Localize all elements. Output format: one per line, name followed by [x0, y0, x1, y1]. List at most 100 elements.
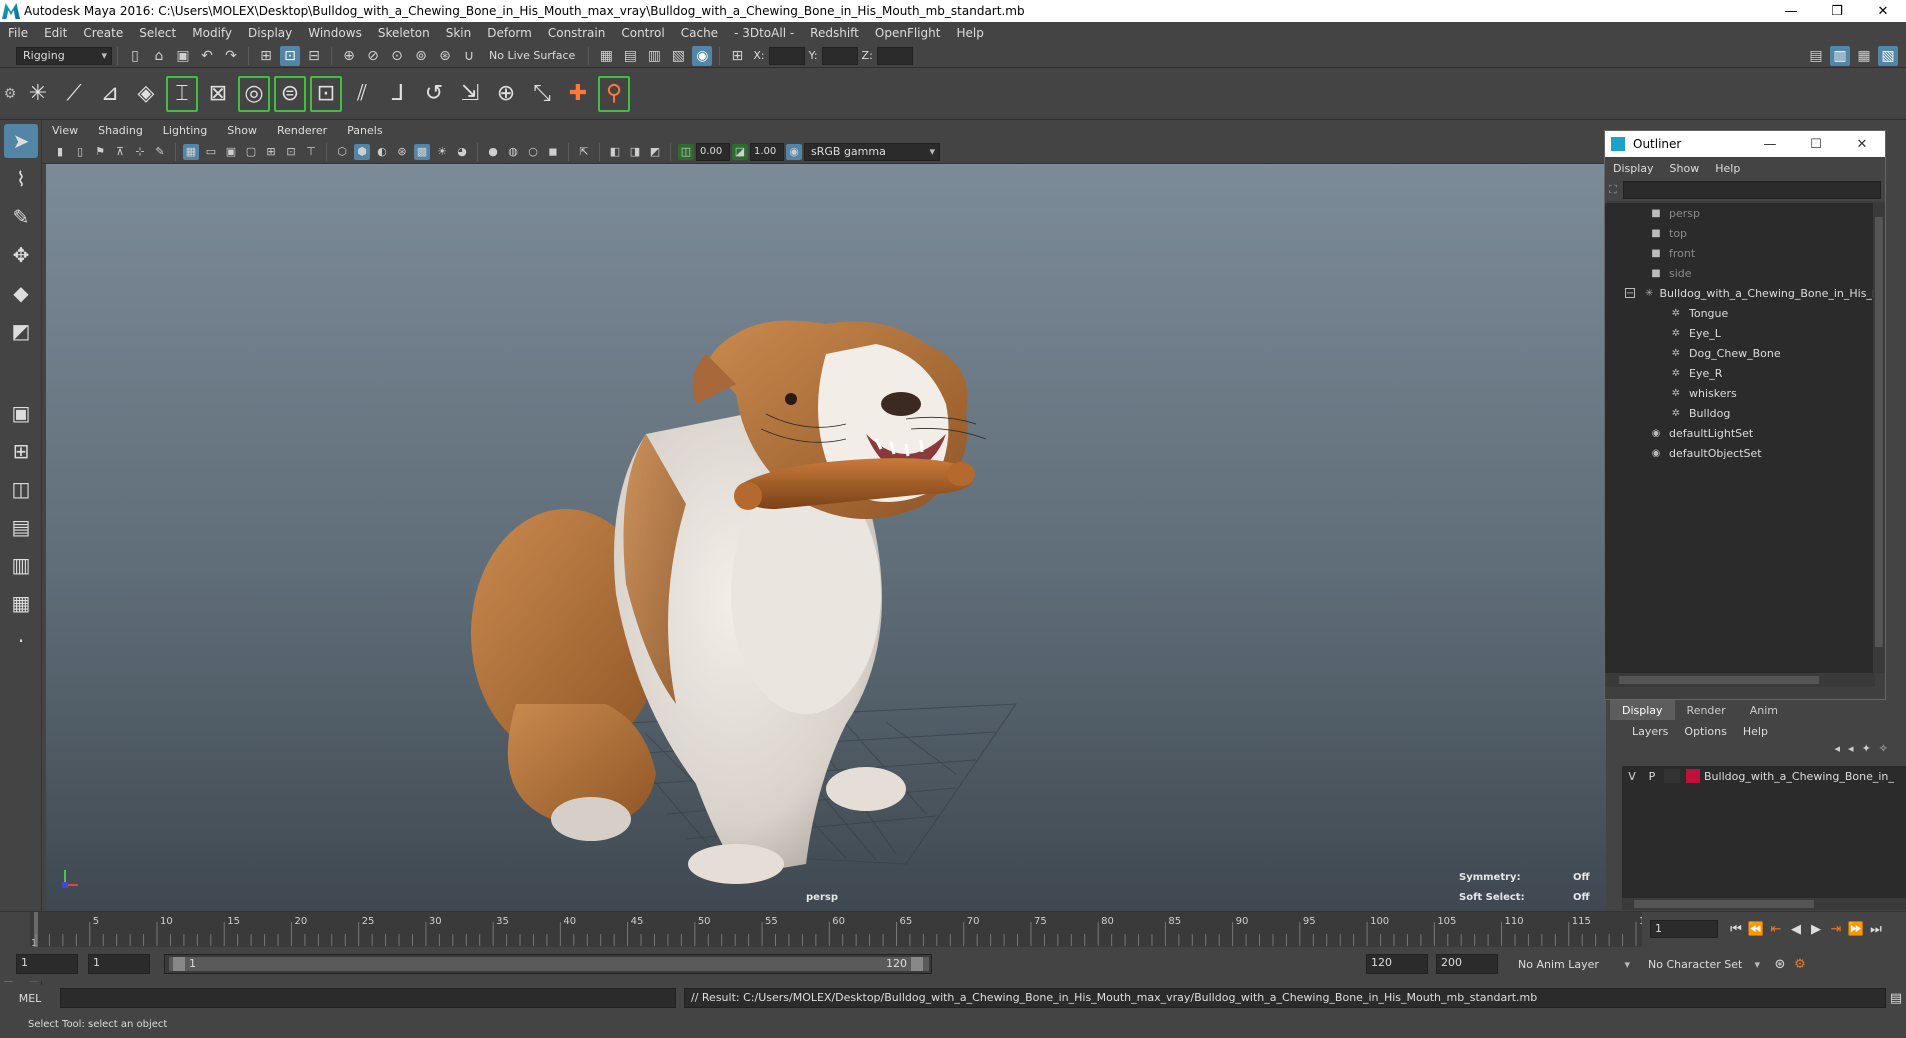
image-plane-icon[interactable]: ⊼: [112, 144, 128, 160]
tool-settings-icon[interactable]: ▦: [1854, 46, 1874, 66]
anim-layer-dropdown[interactable]: No Anim Layer: [1512, 955, 1634, 973]
select-object-icon[interactable]: ⊡: [280, 45, 300, 66]
range-end-handle[interactable]: [911, 957, 923, 971]
aim-constraint-icon[interactable]: ⅃: [382, 76, 414, 112]
bookmark-icon[interactable]: ⚑: [92, 144, 108, 160]
outliner-menu-help[interactable]: Help: [1707, 162, 1748, 175]
insert-joint-icon[interactable]: ◈: [130, 76, 162, 112]
rotate-tool-icon[interactable]: ◆: [4, 276, 38, 310]
script-editor-icon[interactable]: ▤: [1886, 988, 1906, 1008]
outliner-item[interactable]: ✲ Eye_L: [1605, 323, 1875, 343]
xray-joints-icon[interactable]: ◨: [627, 144, 643, 160]
outliner-item[interactable]: ■ top: [1605, 223, 1875, 243]
layer-color-swatch[interactable]: [1686, 769, 1700, 783]
panel-menu-show[interactable]: Show: [217, 124, 267, 137]
select-component-icon[interactable]: ⊟: [304, 46, 324, 66]
outliner-menu-display[interactable]: Display: [1605, 162, 1662, 175]
go-to-end-icon[interactable]: ⏭: [1866, 919, 1886, 939]
depth-of-field-icon[interactable]: ◼: [545, 144, 561, 160]
gamma-field[interactable]: 1.00: [750, 142, 784, 161]
render-settings-icon[interactable]: ▧: [668, 46, 688, 66]
render-view-icon[interactable]: ▦: [596, 46, 616, 66]
orient-constraint-icon[interactable]: ↺: [418, 76, 450, 112]
auto-key-icon[interactable]: ⊛: [1770, 954, 1790, 974]
y-field[interactable]: [821, 46, 858, 65]
collapse-icon[interactable]: −: [1625, 288, 1635, 299]
menu-select[interactable]: Select: [131, 26, 184, 40]
close-button[interactable]: ✕: [1860, 4, 1906, 19]
select-tool-icon[interactable]: ➤: [4, 124, 38, 158]
modeling-toolkit-icon[interactable]: ▤: [1806, 46, 1826, 66]
restore-button[interactable]: ❐: [1814, 4, 1860, 19]
menu-cache[interactable]: Cache: [673, 26, 726, 40]
scale-tool-icon[interactable]: ◩: [4, 314, 38, 348]
shadows-icon[interactable]: ◕: [454, 144, 470, 160]
move-tool-icon[interactable]: ✥: [4, 238, 38, 272]
two-pane-icon[interactable]: ◫: [4, 472, 38, 506]
sculpt-icon[interactable]: ⊡: [310, 75, 342, 112]
menu-modify[interactable]: Modify: [184, 26, 240, 40]
time-slider[interactable]: 1510152025303540455055606570758085909510…: [0, 911, 1906, 949]
character-set-dropdown[interactable]: No Character Set: [1642, 955, 1764, 973]
view-transform-dropdown[interactable]: sRGB gamma: [804, 142, 940, 161]
wireframe-icon[interactable]: ⬡: [334, 144, 350, 160]
menu-windows[interactable]: Windows: [300, 26, 370, 40]
animation-start-field[interactable]: 1: [16, 954, 78, 974]
textured-icon[interactable]: ▩: [414, 143, 430, 160]
step-back-key-icon[interactable]: ⇤: [1766, 919, 1786, 939]
command-input[interactable]: [60, 988, 676, 1008]
menu-openflight[interactable]: OpenFlight: [867, 26, 949, 40]
new-layer-icon[interactable]: ✦: [1862, 742, 1871, 755]
outliner-item[interactable]: ✲ whiskers: [1605, 383, 1875, 403]
move-layer-up-icon[interactable]: ◂: [1835, 742, 1841, 755]
film-gate-icon[interactable]: ▭: [203, 144, 219, 160]
snap-surface-icon[interactable]: ⊛: [435, 46, 455, 66]
x-field[interactable]: [768, 46, 805, 65]
menu-constrain[interactable]: Constrain: [540, 26, 614, 40]
snap-grid-icon[interactable]: ⊕: [339, 46, 359, 66]
outliner-item[interactable]: ■ front: [1605, 243, 1875, 263]
magnet-icon[interactable]: ∪: [459, 46, 479, 66]
lattice-icon[interactable]: ◎: [238, 75, 270, 112]
exposure-icon[interactable]: ◫: [678, 143, 694, 160]
layer-row[interactable]: V P Bulldog_with_a_Chewing_Bone_in_: [1622, 766, 1906, 786]
grease-pencil-icon[interactable]: ✎: [152, 144, 168, 160]
outliner-hscrollbar[interactable]: [1605, 673, 1875, 687]
safe-title-icon[interactable]: ⊤: [303, 144, 319, 160]
menu-control[interactable]: Control: [613, 26, 672, 40]
outliner-search-input[interactable]: [1622, 181, 1881, 199]
panel-menu-shading[interactable]: Shading: [88, 124, 153, 137]
panel-menu-lighting[interactable]: Lighting: [153, 124, 217, 137]
menu-file[interactable]: File: [0, 26, 36, 40]
grid-icon[interactable]: ▦: [183, 143, 199, 160]
point-constraint-icon[interactable]: ⫽: [346, 76, 378, 112]
outliner-close-button[interactable]: ✕: [1839, 137, 1885, 152]
layer-menu-help[interactable]: Help: [1735, 725, 1776, 738]
screen-space-ao-icon[interactable]: ●: [485, 144, 501, 160]
safe-action-icon[interactable]: ⊡: [283, 144, 299, 160]
gate-mask-icon[interactable]: ▢: [243, 144, 259, 160]
layer-hscrollbar[interactable]: [1622, 898, 1906, 910]
outliner-item[interactable]: ✲ Tongue: [1605, 303, 1875, 323]
ik-handle-icon[interactable]: ⟋: [58, 76, 90, 112]
tab-display[interactable]: Display: [1610, 700, 1675, 720]
tab-render[interactable]: Render: [1675, 700, 1738, 720]
more-layouts-icon[interactable]: ·: [4, 624, 38, 658]
step-back-frame-icon[interactable]: ⏪: [1746, 919, 1766, 939]
outliner-item[interactable]: ✲ Bulldog: [1605, 403, 1875, 423]
single-pane-icon[interactable]: ▣: [4, 396, 38, 430]
animation-end-field[interactable]: 200: [1436, 954, 1498, 974]
menu-create[interactable]: Create: [75, 26, 131, 40]
redo-icon[interactable]: ↷: [221, 46, 241, 66]
lasso-tool-icon[interactable]: ⌇: [4, 162, 38, 196]
locator-icon[interactable]: ✚: [562, 76, 594, 112]
wire-icon[interactable]: ⊜: [274, 75, 306, 112]
tab-anim[interactable]: Anim: [1738, 700, 1790, 720]
script-language-button[interactable]: MEL: [0, 992, 60, 1005]
menu-display[interactable]: Display: [240, 26, 300, 40]
outliner-item[interactable]: ■ side: [1605, 263, 1875, 283]
attribute-editor-icon[interactable]: ▥: [1830, 45, 1850, 66]
motion-blur-icon[interactable]: ◍: [505, 144, 521, 160]
play-backwards-icon[interactable]: ◀: [1786, 919, 1806, 939]
panel-menu-renderer[interactable]: Renderer: [267, 124, 337, 137]
